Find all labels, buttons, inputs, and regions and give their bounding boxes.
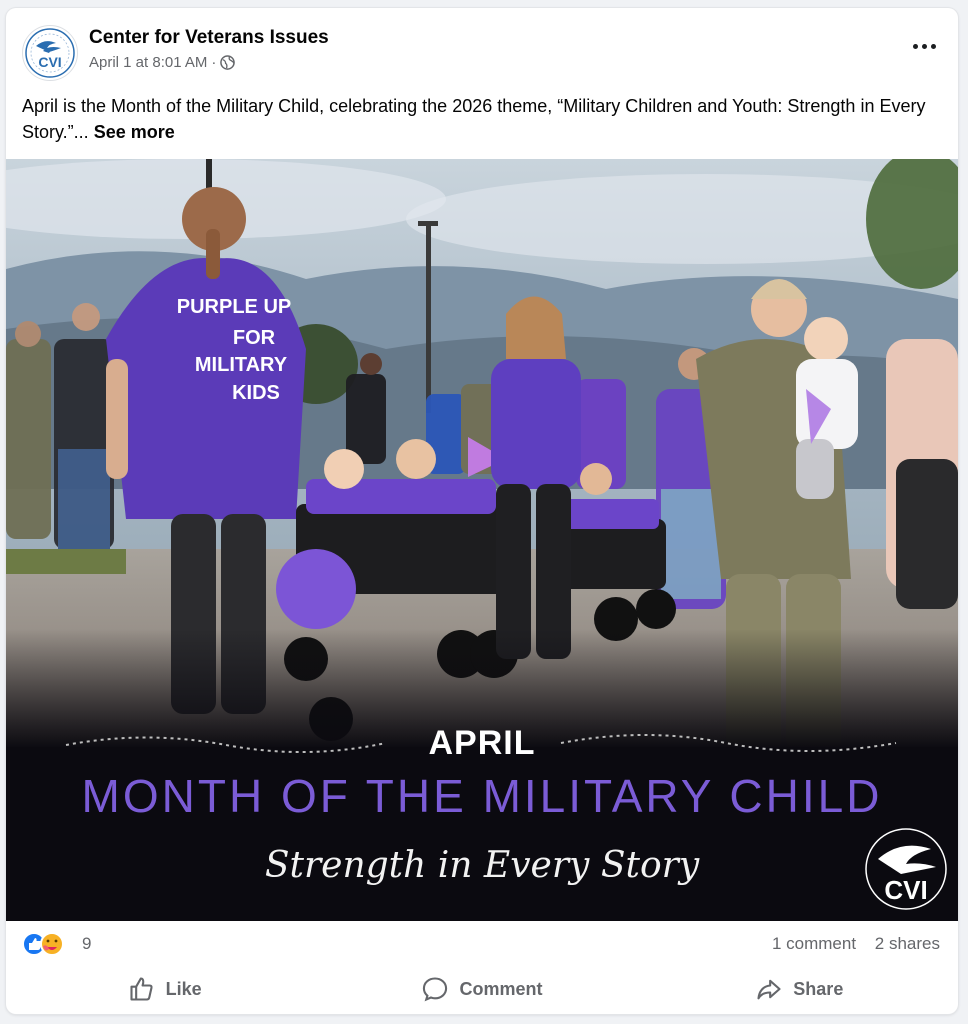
share-button[interactable]: Share <box>641 969 958 1009</box>
post-actions: Like Comment Share <box>6 966 958 1012</box>
post-text: April is the Month of the Military Child… <box>22 93 942 145</box>
share-icon <box>757 979 781 1000</box>
military-child-photo: PURPLE UP FOR MILITARY KIDS APRIL MONTH … <box>6 159 958 921</box>
tagline: Strength in Every Story <box>265 845 700 886</box>
cvi-logo: CVI <box>25 28 75 78</box>
watermark-logo-text: CVI <box>884 875 927 905</box>
share-label: Share <box>793 978 844 999</box>
more-horizontal-icon <box>912 43 936 49</box>
like-button[interactable]: Like <box>6 969 323 1009</box>
comment-count[interactable]: 1 comment <box>772 934 856 953</box>
reaction-count[interactable]: 9 <box>82 934 91 954</box>
comment-icon <box>423 977 448 1002</box>
comment-label: Comment <box>459 978 543 999</box>
headline-april: APRIL <box>429 724 536 762</box>
reactions-summary: 9 1 comment 2 shares <box>6 921 958 967</box>
avatar[interactable]: CVI <box>22 25 78 81</box>
shirt-text-line-3: MILITARY <box>195 354 288 376</box>
reaction-icons[interactable] <box>22 932 78 956</box>
page-name[interactable]: Center for Veterans Issues <box>89 27 329 49</box>
care-icon <box>40 932 64 956</box>
meta-separator: · <box>211 54 217 71</box>
post-header: CVI Center for Veterans Issues April 1 a… <box>6 8 958 88</box>
see-more-link[interactable]: See more <box>94 122 175 142</box>
comment-button[interactable]: Comment <box>323 969 640 1009</box>
shirt-text-line-1: PURPLE UP <box>177 296 291 318</box>
thumbs-up-icon <box>130 977 153 1001</box>
shirt-text-line-4: KIDS <box>232 382 280 404</box>
post-meta: April 1 at 8:01 AM · <box>89 54 236 71</box>
more-options-button[interactable] <box>908 36 940 56</box>
headline-month-military-child: MONTH OF THE MILITARY CHILD <box>82 770 883 822</box>
post-image[interactable]: PURPLE UP FOR MILITARY KIDS APRIL MONTH … <box>6 159 958 921</box>
post-card: CVI Center for Veterans Issues April 1 a… <box>6 8 958 1014</box>
share-count[interactable]: 2 shares <box>875 934 940 953</box>
globe-icon <box>220 55 236 70</box>
avatar-logo-text: CVI <box>38 54 61 70</box>
like-label: Like <box>165 978 202 999</box>
post-timestamp[interactable]: April 1 at 8:01 AM <box>89 54 207 71</box>
engagement-counts: 1 comment 2 shares <box>758 934 940 954</box>
shirt-text-line-2: FOR <box>233 327 276 349</box>
